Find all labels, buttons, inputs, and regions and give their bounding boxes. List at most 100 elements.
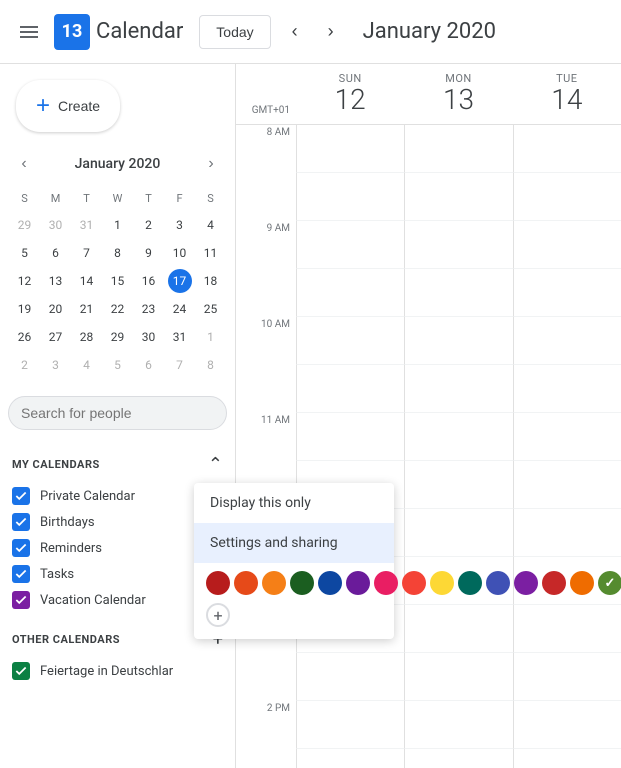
mini-cal-day[interactable]: 23 (134, 296, 163, 322)
mini-cal-day[interactable]: 3 (165, 212, 194, 238)
mini-cal-day[interactable]: 3 (41, 352, 70, 378)
color-option[interactable] (402, 571, 426, 595)
mini-cal-day[interactable]: 30 (41, 212, 70, 238)
mini-cal-day[interactable]: 29 (103, 324, 132, 350)
mini-cal-day[interactable]: 2 (134, 212, 163, 238)
mini-cal-day[interactable]: 6 (134, 352, 163, 378)
day-time-slot[interactable] (404, 749, 512, 768)
color-option[interactable] (542, 571, 566, 595)
next-arrow[interactable]: › (315, 16, 347, 48)
day-time-slot[interactable] (404, 269, 512, 317)
mini-cal-day[interactable]: 28 (72, 324, 101, 350)
my-calendars-header[interactable]: My calendars ⌃ (8, 446, 227, 483)
mini-cal-day[interactable]: 6 (41, 240, 70, 266)
mini-cal-day[interactable]: 18 (196, 268, 225, 294)
color-option[interactable] (318, 571, 342, 595)
day-time-slot[interactable] (404, 221, 512, 269)
day-time-slot[interactable] (513, 365, 621, 413)
mini-cal-day[interactable]: 15 (103, 268, 132, 294)
create-button[interactable]: + Create (16, 80, 120, 132)
mini-cal-day[interactable]: 13 (41, 268, 70, 294)
day-time-slot[interactable] (404, 701, 512, 749)
day-time-slot[interactable] (513, 125, 621, 173)
day-time-slot[interactable] (513, 221, 621, 269)
mini-cal-day[interactable]: 29 (10, 212, 39, 238)
day-time-slot[interactable] (296, 221, 404, 269)
mini-cal-day[interactable]: 17 (165, 268, 194, 294)
mini-cal-day[interactable]: 1 (103, 212, 132, 238)
color-option[interactable] (262, 571, 286, 595)
mini-cal-day[interactable]: 10 (165, 240, 194, 266)
color-option[interactable] (206, 571, 230, 595)
mini-cal-day[interactable]: 25 (196, 296, 225, 322)
color-option[interactable] (374, 571, 398, 595)
color-option[interactable] (234, 571, 258, 595)
add-color-button[interactable]: + (206, 603, 230, 627)
mini-cal-day[interactable]: 14 (72, 268, 101, 294)
mini-cal-day[interactable]: 22 (103, 296, 132, 322)
mini-cal-day[interactable]: 9 (134, 240, 163, 266)
day-time-slot[interactable] (404, 605, 512, 653)
settings-sharing-option[interactable]: Settings and sharing (194, 523, 394, 563)
mini-cal-day[interactable]: 31 (72, 212, 101, 238)
day-time-slot[interactable] (404, 509, 512, 557)
color-option[interactable] (346, 571, 370, 595)
hamburger-menu[interactable] (12, 15, 46, 49)
day-time-slot[interactable] (296, 365, 404, 413)
day-time-slot[interactable] (404, 365, 512, 413)
mini-cal-day[interactable]: 7 (72, 240, 101, 266)
mini-cal-day[interactable]: 24 (165, 296, 194, 322)
color-option[interactable] (486, 571, 510, 595)
day-time-slot[interactable] (513, 269, 621, 317)
mini-cal-day[interactable]: 4 (196, 212, 225, 238)
mini-cal-next[interactable]: › (199, 152, 223, 176)
mini-cal-day[interactable]: 26 (10, 324, 39, 350)
day-time-slot[interactable] (513, 749, 621, 768)
day-time-slot[interactable] (513, 173, 621, 221)
today-button[interactable]: Today (199, 15, 270, 49)
mini-cal-day[interactable]: 8 (196, 352, 225, 378)
day-time-slot[interactable] (296, 701, 404, 749)
day-time-slot[interactable] (296, 125, 404, 173)
day-time-slot[interactable] (404, 173, 512, 221)
color-option[interactable] (514, 571, 538, 595)
mini-cal-day[interactable]: 19 (10, 296, 39, 322)
day-time-slot[interactable] (296, 749, 404, 768)
mini-cal-day[interactable]: 27 (41, 324, 70, 350)
prev-arrow[interactable]: ‹ (279, 16, 311, 48)
mini-cal-day[interactable]: 30 (134, 324, 163, 350)
color-option[interactable] (598, 571, 621, 595)
mini-cal-day[interactable]: 20 (41, 296, 70, 322)
mini-cal-day[interactable]: 8 (103, 240, 132, 266)
mini-cal-day[interactable]: 4 (72, 352, 101, 378)
day-time-slot[interactable] (296, 413, 404, 461)
day-time-slot[interactable] (513, 701, 621, 749)
mini-cal-day[interactable]: 12 (10, 268, 39, 294)
mini-cal-day[interactable]: 2 (10, 352, 39, 378)
mini-cal-prev[interactable]: ‹ (12, 152, 36, 176)
mini-cal-day[interactable]: 5 (10, 240, 39, 266)
color-option[interactable] (458, 571, 482, 595)
color-option[interactable] (290, 571, 314, 595)
color-option[interactable] (570, 571, 594, 595)
day-time-slot[interactable] (404, 653, 512, 701)
day-time-slot[interactable] (513, 605, 621, 653)
mini-cal-day[interactable]: 11 (196, 240, 225, 266)
day-time-slot[interactable] (404, 125, 512, 173)
day-time-slot[interactable] (513, 317, 621, 365)
mini-cal-day[interactable]: 16 (134, 268, 163, 294)
day-time-slot[interactable] (404, 461, 512, 509)
day-time-slot[interactable] (513, 461, 621, 509)
day-time-slot[interactable] (404, 413, 512, 461)
other-calendar-item[interactable]: Feiertage in Deutschlar (8, 658, 227, 684)
mini-cal-day[interactable]: 1 (196, 324, 225, 350)
mini-cal-day[interactable]: 5 (103, 352, 132, 378)
day-time-slot[interactable] (296, 653, 404, 701)
day-time-slot[interactable] (513, 653, 621, 701)
day-time-slot[interactable] (296, 173, 404, 221)
mini-cal-day[interactable]: 7 (165, 352, 194, 378)
mini-cal-day[interactable]: 21 (72, 296, 101, 322)
mini-cal-day[interactable]: 31 (165, 324, 194, 350)
day-time-slot[interactable] (404, 317, 512, 365)
day-time-slot[interactable] (513, 509, 621, 557)
